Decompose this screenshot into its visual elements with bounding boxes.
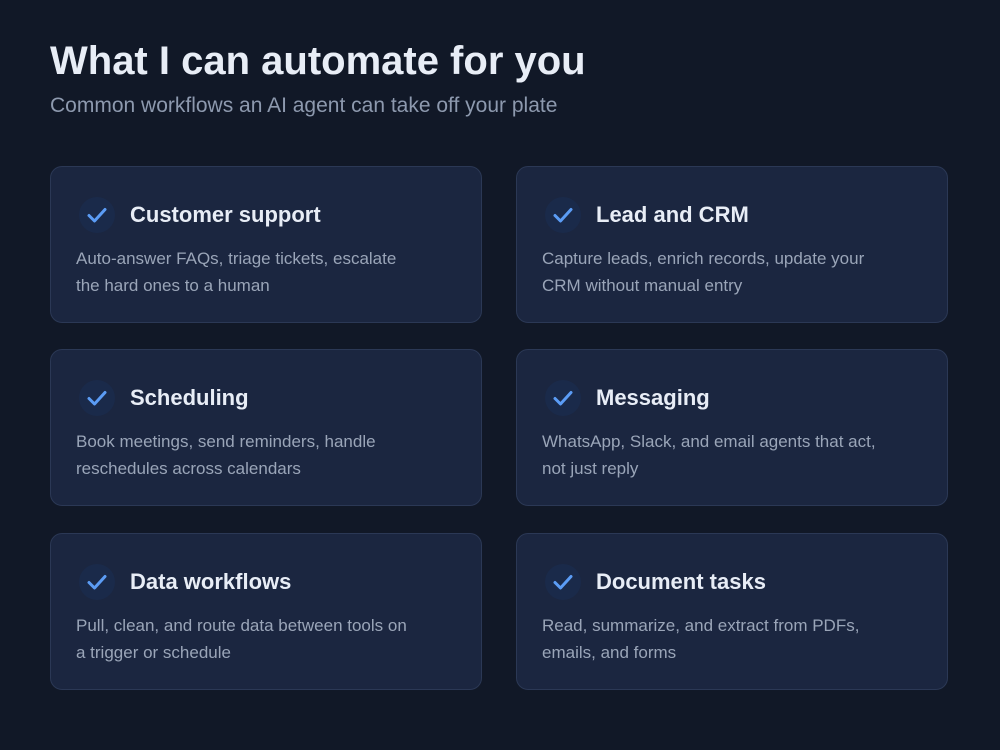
card-customer-support[interactable]: Customer support Auto-answer FAQs, triag… [50,166,482,323]
card-description: Pull, clean, and route data between tool… [76,616,407,662]
check-icon [79,197,115,233]
check-icon [545,380,581,416]
card-description: Capture leads, enrich records, update yo… [542,249,865,295]
card-title: Messaging [596,385,710,410]
card-document-tasks[interactable]: Document tasks Read, summarize, and extr… [516,533,948,690]
card-title: Customer support [130,202,321,227]
page-title: What I can automate for you [50,39,586,83]
card-lead-and-crm[interactable]: Lead and CRM Capture leads, enrich recor… [516,166,948,323]
check-icon [545,564,581,600]
card-description: Read, summarize, and extract from PDFs, … [542,616,860,662]
card-description: WhatsApp, Slack, and email agents that a… [542,432,876,478]
card-title: Data workflows [130,569,292,594]
card-title: Lead and CRM [596,202,749,227]
card-data-workflows[interactable]: Data workflows Pull, clean, and route da… [50,533,482,690]
check-icon [79,380,115,416]
card-title: Document tasks [596,569,766,594]
card-title: Scheduling [130,385,249,410]
card-description: Auto-answer FAQs, triage tickets, escala… [76,249,397,295]
check-icon [79,564,115,600]
check-icon [545,197,581,233]
card-messaging[interactable]: Messaging WhatsApp, Slack, and email age… [516,349,948,506]
card-scheduling[interactable]: Scheduling Book meetings, send reminders… [50,349,482,506]
card-description: Book meetings, send reminders, handle re… [76,432,376,478]
page-subtitle: Common workflows an AI agent can take of… [50,94,558,117]
